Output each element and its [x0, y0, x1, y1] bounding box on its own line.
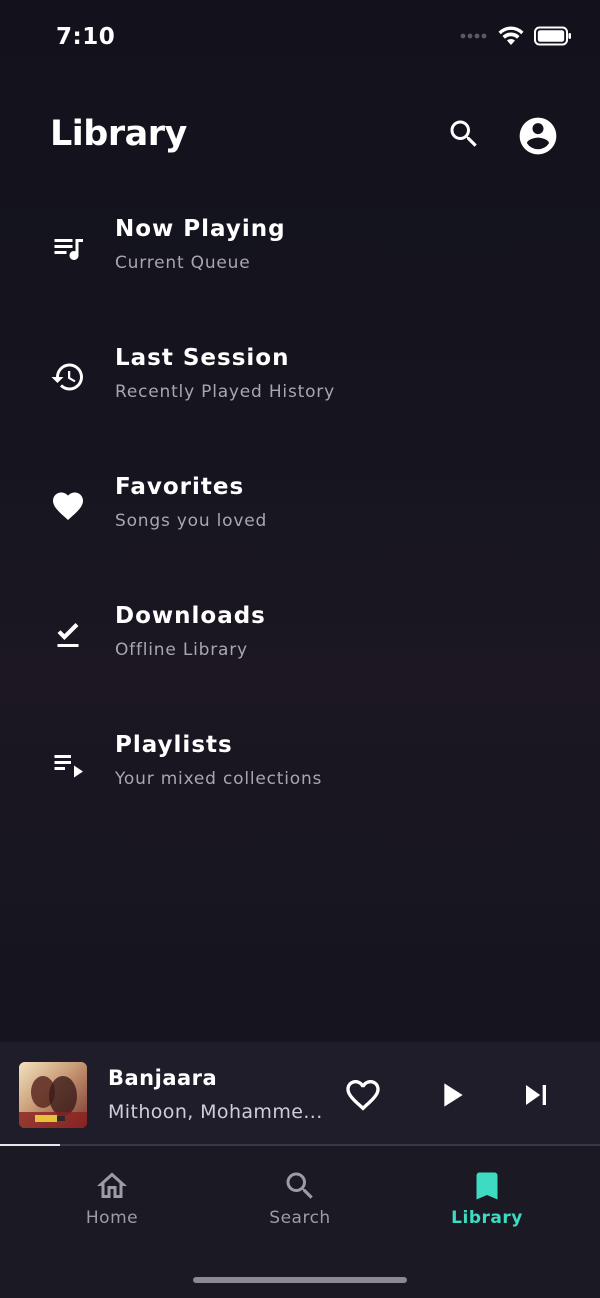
status-bar: 7:10 — [0, 0, 600, 78]
album-art-image — [19, 1062, 87, 1128]
history-icon — [51, 363, 83, 391]
tab-label: Search — [269, 1208, 331, 1228]
menu-item-subtitle: Offline Library — [115, 640, 248, 660]
menu-item-title: Playlists — [115, 732, 233, 758]
favorite-button[interactable] — [343, 1075, 383, 1115]
play-button[interactable] — [431, 1075, 471, 1115]
menu-item-subtitle: Songs you loved — [115, 511, 268, 531]
menu-item-subtitle: Your mixed collections — [115, 769, 323, 789]
menu-item-last-session[interactable]: Last Session Recently Played History — [0, 333, 600, 433]
tab-label: Home — [85, 1208, 139, 1228]
bottom-tab-bar: Home Search Library — [0, 1146, 600, 1298]
account-button[interactable] — [516, 114, 560, 158]
menu-item-subtitle: Recently Played History — [115, 382, 335, 402]
page-title: Library — [50, 114, 187, 154]
menu-item-favorites[interactable]: Favorites Songs you loved — [0, 462, 600, 562]
mini-player[interactable]: Banjaara Mithoon, Mohamme... — [0, 1042, 600, 1146]
menu-item-now-playing[interactable]: Now Playing Current Queue — [0, 204, 600, 304]
search-icon — [286, 1172, 313, 1199]
album-art — [19, 1062, 87, 1128]
wifi-icon — [498, 26, 524, 45]
tab-library[interactable]: Library — [417, 1168, 557, 1238]
tab-search[interactable]: Search — [230, 1168, 370, 1238]
menu-item-title: Now Playing — [115, 216, 286, 242]
menu-item-downloads[interactable]: Downloads Offline Library — [0, 591, 600, 691]
skip-next-icon — [526, 1085, 546, 1105]
mini-player-title: Banjaara — [108, 1066, 218, 1090]
heart-icon — [53, 492, 83, 521]
status-time: 7:10 — [56, 24, 116, 50]
play-icon — [444, 1083, 463, 1107]
menu-item-subtitle: Current Queue — [115, 253, 251, 273]
bookmark-icon — [476, 1172, 498, 1200]
menu-item-title: Last Session — [115, 345, 290, 371]
battery-icon — [534, 26, 571, 46]
status-icons — [460, 26, 572, 46]
download-done-icon — [57, 623, 79, 647]
queue-music-icon — [54, 239, 83, 260]
menu-item-playlists[interactable]: Playlists Your mixed collections — [0, 720, 600, 820]
skip-next-button[interactable] — [516, 1075, 556, 1115]
home-indicator — [193, 1277, 407, 1283]
home-icon — [97, 1172, 127, 1198]
tab-home[interactable]: Home — [42, 1168, 182, 1238]
account-circle-icon — [519, 117, 557, 155]
mini-player-artist: Mithoon, Mohamme... — [108, 1101, 323, 1123]
heart-outline-icon — [346, 1080, 380, 1111]
menu-item-title: Favorites — [115, 474, 245, 500]
search-button[interactable] — [446, 116, 482, 152]
tab-label: Library — [451, 1208, 523, 1228]
header: Library — [0, 100, 600, 170]
playlist-play-icon — [54, 755, 83, 778]
menu-item-title: Downloads — [115, 603, 266, 629]
cellular-signal-icon — [460, 33, 487, 39]
search-icon — [450, 120, 477, 147]
